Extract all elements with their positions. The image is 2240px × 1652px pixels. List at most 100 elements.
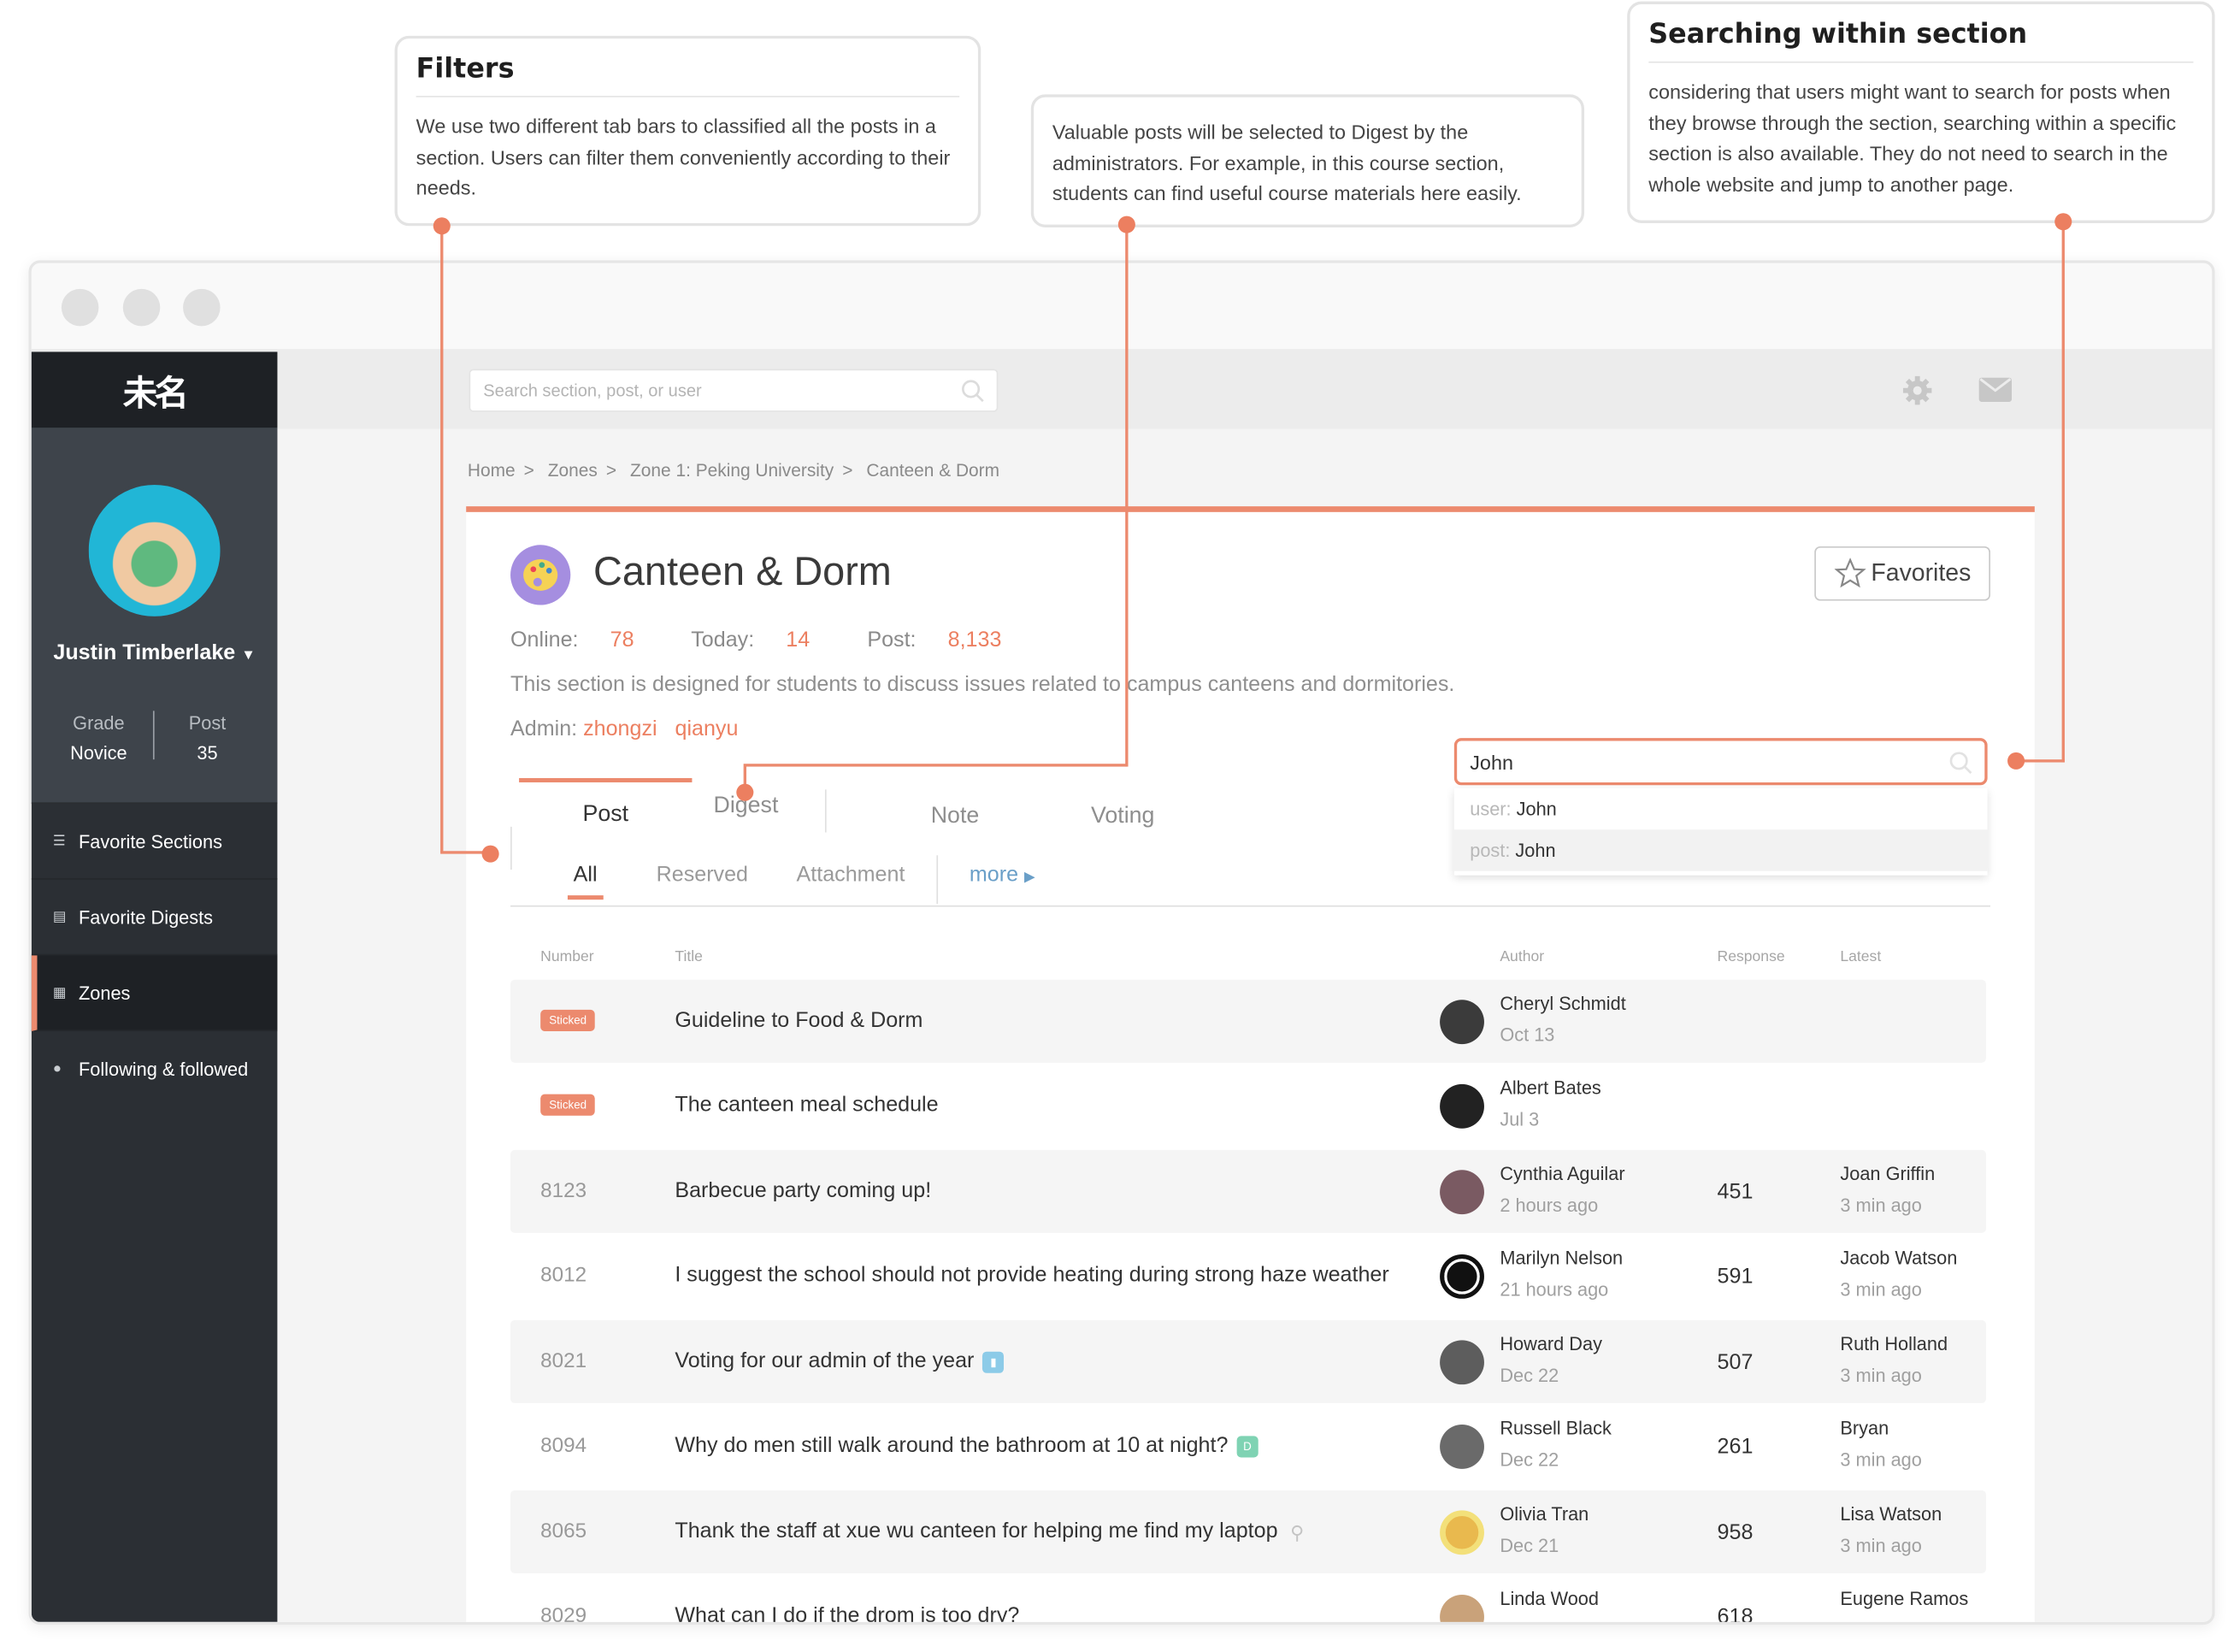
table-row[interactable]: 8094 Why do men still walk around the ba… xyxy=(510,1405,1986,1488)
breadcrumb-zone[interactable]: Zone 1: Peking University xyxy=(630,461,834,481)
table-row[interactable]: 8029 What can I do if the drom is too dr… xyxy=(510,1575,1986,1625)
author-name[interactable]: Howard Day xyxy=(1500,1333,1602,1354)
avatar[interactable] xyxy=(85,481,223,620)
latest-user[interactable]: Lisa Watson xyxy=(1840,1503,1942,1525)
tab-voting[interactable]: Voting xyxy=(1091,804,1154,829)
post-stat: Post 35 xyxy=(174,708,240,768)
author-name[interactable]: Russell Black xyxy=(1500,1418,1611,1439)
connector-dot xyxy=(736,783,754,801)
post-title[interactable]: What can I do if the drom is too dry? xyxy=(675,1603,1019,1622)
nav-label: Favorite Digests xyxy=(78,906,214,928)
table-row[interactable]: 8065 Thank the staff at xue wu canteen f… xyxy=(510,1490,1986,1573)
table-row[interactable]: Sticked Guideline to Food & Dorm Cheryl … xyxy=(510,979,1986,1063)
nav-label: Zones xyxy=(78,982,131,1004)
latest-user[interactable]: Joan Griffin xyxy=(1840,1163,1935,1184)
window-maximize-button[interactable] xyxy=(183,288,221,327)
online-count: 78 xyxy=(610,628,634,652)
author-avatar[interactable] xyxy=(1440,1340,1484,1385)
table-row[interactable]: 8123 Barbecue party coming up! Cynthia A… xyxy=(510,1149,1986,1233)
latest-user[interactable]: Ruth Holland xyxy=(1840,1333,1948,1354)
section-title: Canteen & Dorm xyxy=(593,549,892,594)
section-description: This section is designed for students to… xyxy=(510,672,1455,697)
post-title[interactable]: Why do men still walk around the bathroo… xyxy=(675,1433,1259,1458)
section-admins: Admin: zhongzi qianyu xyxy=(510,717,738,740)
nav-label: Following & followed xyxy=(78,1058,249,1080)
tab-post[interactable]: Post xyxy=(519,777,693,829)
author-avatar[interactable] xyxy=(1440,1425,1484,1469)
latest-time: 3 min ago xyxy=(1840,1534,1922,1556)
post-number: 8021 xyxy=(540,1350,587,1373)
connector-dot xyxy=(2054,213,2072,231)
author-avatar[interactable] xyxy=(1440,1254,1484,1299)
search-icon[interactable] xyxy=(1948,751,1972,775)
search-icon[interactable] xyxy=(961,379,985,403)
suggestion-user[interactable]: user: John xyxy=(1454,788,1988,830)
author-name[interactable]: Albert Bates xyxy=(1500,1077,1600,1099)
author-avatar[interactable] xyxy=(1440,1000,1484,1045)
author-avatar[interactable] xyxy=(1440,1170,1484,1215)
nav-favorite-digests[interactable]: ▤ Favorite Digests xyxy=(31,880,278,956)
favorites-button[interactable]: Favorites xyxy=(1814,546,1990,601)
global-search-input[interactable]: Search section, post, or user xyxy=(469,369,999,412)
author-name[interactable]: Cynthia Aguilar xyxy=(1500,1163,1624,1184)
author-avatar[interactable] xyxy=(1440,1595,1484,1622)
tab-note[interactable]: Note xyxy=(931,804,980,829)
post-title-text: Why do men still walk around the bathroo… xyxy=(675,1433,1229,1458)
breadcrumb-separator: > xyxy=(605,460,617,481)
post-number: 8012 xyxy=(540,1264,587,1288)
author-name[interactable]: Cheryl Schmidt xyxy=(1500,993,1625,1014)
breadcrumb-zones[interactable]: Zones xyxy=(548,461,598,481)
grade-value: Novice xyxy=(70,742,127,764)
author-name[interactable]: Olivia Tran xyxy=(1500,1503,1589,1525)
post-title[interactable]: Barbecue party coming up! xyxy=(675,1178,931,1202)
post-title[interactable]: Guideline to Food & Dorm xyxy=(675,1008,923,1032)
digest-icon: D xyxy=(1236,1435,1259,1457)
filters-connector xyxy=(440,226,444,853)
post-title[interactable]: I suggest the school should not provide … xyxy=(675,1263,1388,1287)
suggestion-text: John xyxy=(1515,839,1556,861)
nav-favorite-sections[interactable]: ☰ Favorite Sections xyxy=(31,804,278,880)
search-placeholder: Search section, post, or user xyxy=(483,380,702,401)
subtab-all[interactable]: All xyxy=(567,863,604,900)
suggestion-type: post: xyxy=(1470,839,1511,861)
today-count: 14 xyxy=(786,628,811,652)
subtab-reserved[interactable]: Reserved xyxy=(657,863,748,887)
gear-icon[interactable] xyxy=(1901,375,1933,406)
nav-following[interactable]: ● Following & followed xyxy=(32,1031,278,1107)
section-search-input[interactable]: John xyxy=(1453,738,1988,786)
author-avatar[interactable] xyxy=(1440,1510,1484,1555)
subtab-attachment[interactable]: Attachment xyxy=(797,863,905,887)
admin-link[interactable]: zhongzi xyxy=(583,717,657,740)
latest-user[interactable]: Eugene Ramos xyxy=(1840,1588,1968,1609)
table-row[interactable]: 8012 I suggest the school should not pro… xyxy=(510,1235,1986,1318)
breadcrumb-home[interactable]: Home xyxy=(468,461,516,481)
post-title[interactable]: Voting for our admin of the year ▮ xyxy=(675,1348,1005,1373)
post-title[interactable]: The canteen meal schedule xyxy=(675,1093,938,1117)
nav-zones[interactable]: ▦ Zones xyxy=(31,955,278,1032)
admin-link[interactable]: qianyu xyxy=(675,717,739,740)
response-count: 507 xyxy=(1717,1350,1754,1375)
favorites-label: Favorites xyxy=(1871,559,1972,587)
subtab-more[interactable]: more ▶ xyxy=(970,863,1035,887)
suggestion-post[interactable]: post: John xyxy=(1453,829,1988,871)
post-title[interactable]: Thank the staff at xue wu canteen for he… xyxy=(675,1519,1307,1543)
latest-user[interactable]: Bryan xyxy=(1840,1418,1889,1439)
post-date: Oct 13 xyxy=(1500,1024,1555,1046)
topbar: Search section, post, or user xyxy=(277,351,2213,429)
mail-icon[interactable] xyxy=(1978,377,2013,403)
logo[interactable]: 未名 xyxy=(31,351,278,428)
digest-callout: Valuable posts will be selected to Diges… xyxy=(1030,94,1585,227)
post-number: 8029 xyxy=(540,1604,587,1625)
window-minimize-button[interactable] xyxy=(122,288,161,327)
author-name[interactable]: Marilyn Nelson xyxy=(1500,1248,1623,1269)
post-count: 35 xyxy=(197,742,218,764)
table-row[interactable]: Sticked The canteen meal schedule Albert… xyxy=(510,1064,1986,1147)
list-icon: ☰ xyxy=(52,833,66,849)
author-name[interactable]: Linda Wood xyxy=(1500,1588,1599,1609)
window-close-button[interactable] xyxy=(61,288,99,327)
user-profile: Justin Timberlake ▼ Grade Novice Post 35 xyxy=(31,428,278,805)
table-row[interactable]: 8021 Voting for our admin of the year ▮ H… xyxy=(510,1319,1986,1403)
latest-user[interactable]: Jacob Watson xyxy=(1840,1248,1957,1269)
author-avatar[interactable] xyxy=(1440,1083,1484,1129)
user-menu[interactable]: Justin Timberlake ▼ xyxy=(32,640,278,664)
